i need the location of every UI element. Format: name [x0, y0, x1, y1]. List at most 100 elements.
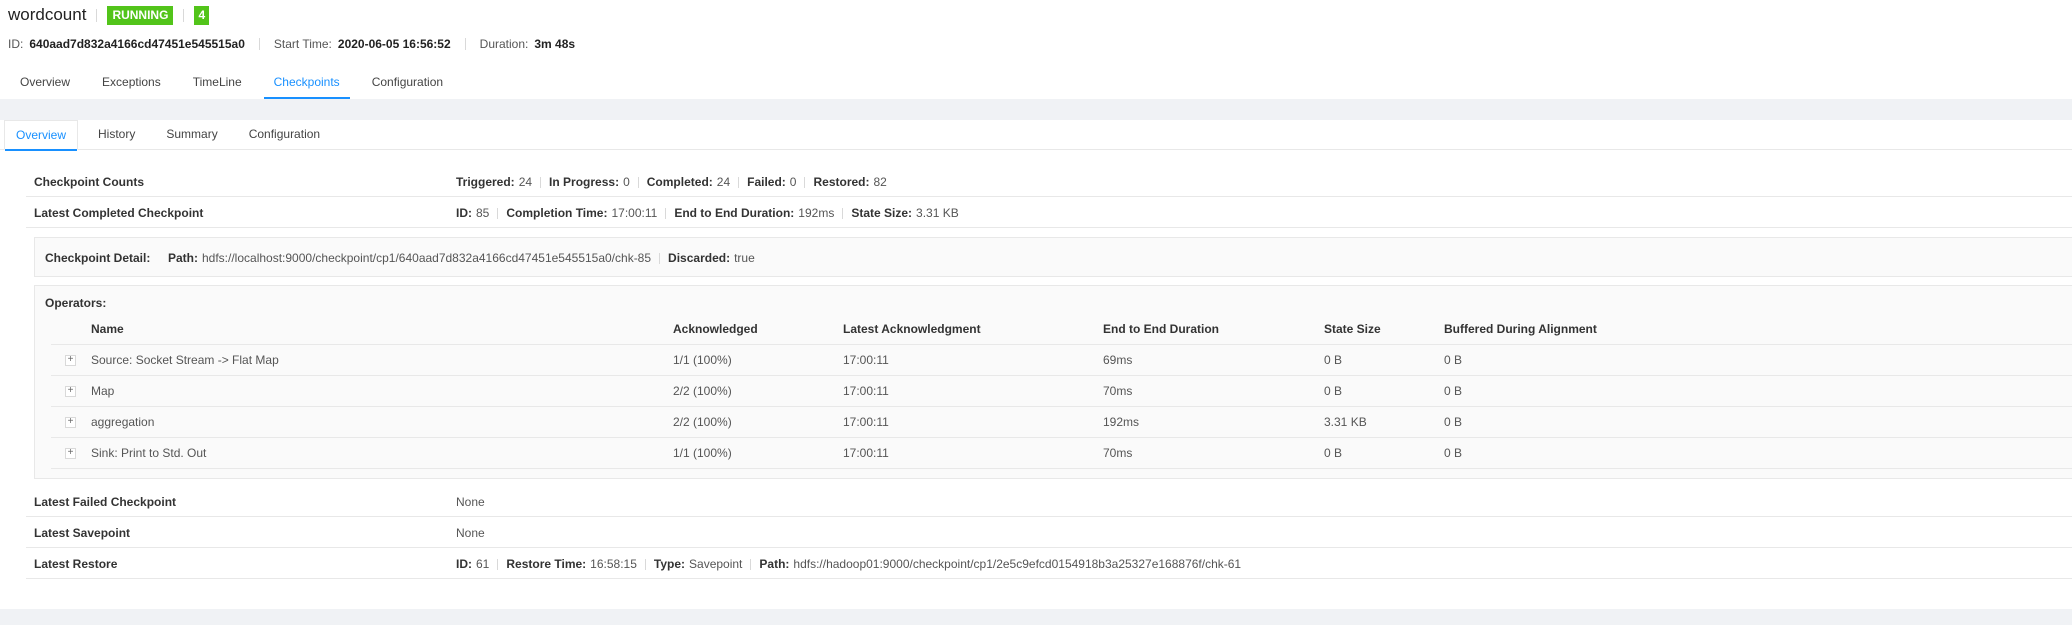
divider	[540, 177, 542, 189]
tab-overview[interactable]: Overview	[10, 68, 80, 99]
detail-path-label: Path:	[168, 251, 198, 265]
latest-savepoint-label: Latest Savepoint	[34, 526, 131, 540]
divider	[644, 559, 646, 571]
divider	[464, 38, 466, 50]
start-time-label: Start Time:	[273, 37, 332, 51]
expand-row-button[interactable]: +	[65, 355, 76, 366]
operators-table-header: Name Acknowledged Latest Acknowledgment …	[51, 314, 2072, 345]
lr-id-value: 61	[476, 557, 490, 571]
latest-completed-row: Latest Completed Checkpoint ID: 85 Complet…	[26, 198, 2072, 228]
latest-savepoint-row: Latest Savepoint None	[26, 518, 2072, 548]
latest-failed-value: None	[456, 495, 485, 509]
checkpoint-detail-box: Checkpoint Detail: Path: hdfs://localhost…	[34, 237, 2072, 277]
completed-label: Completed:	[646, 175, 713, 189]
expand-row-button[interactable]: +	[65, 386, 76, 397]
latest-restore-label: Latest Restore	[34, 557, 118, 571]
op-e2e: 69ms	[1103, 353, 1133, 367]
job-name: wordcount	[8, 5, 87, 24]
checkpoint-counts-values: Triggered: 24 In Progress: 0 Completed: 24 Fai…	[456, 167, 887, 197]
checkpoint-counts-row: Checkpoint Counts Triggered: 24 In Progres…	[26, 167, 2072, 197]
op-ack: 2/2 (100%)	[673, 384, 732, 398]
table-row: + Map 2/2 (100%) 17:00:11 70ms 0 B 0 B	[51, 376, 2072, 407]
op-name: Map	[91, 384, 115, 398]
triggered-value: 24	[518, 175, 533, 189]
lc-e2e-label: End to End Duration:	[674, 206, 795, 220]
op-ack: 1/1 (100%)	[673, 446, 732, 460]
tab-timeline[interactable]: TimeLine	[183, 68, 252, 99]
lr-type-label: Type:	[653, 557, 686, 571]
table-row: + Sink: Print to Std. Out 1/1 (100%) 17:…	[51, 438, 2072, 469]
table-row: + aggregation 2/2 (100%) 17:00:11 192ms …	[51, 407, 2072, 438]
lc-id-value: 85	[476, 206, 490, 220]
lc-e2e-value: 192ms	[798, 206, 835, 220]
op-latest: 17:00:11	[843, 446, 889, 460]
op-name: Source: Socket Stream -> Flat Map	[91, 353, 279, 367]
tab-exceptions[interactable]: Exceptions	[92, 68, 171, 99]
job-title-row: wordcount RUNNING 4	[8, 4, 210, 26]
op-ack: 1/1 (100%)	[673, 353, 732, 367]
lc-completion-value: 17:00:11	[611, 206, 658, 220]
expand-row-button[interactable]: +	[65, 417, 76, 428]
latest-failed-label: Latest Failed Checkpoint	[34, 495, 177, 509]
in-progress-label: In Progress:	[549, 175, 620, 189]
latest-restore-values: ID: 61 Restore Time: 16:58:15 Type: Savepoint…	[456, 549, 1241, 579]
op-e2e: 70ms	[1103, 446, 1133, 460]
checkpoints-panel: Overview History Summary Configuration C…	[0, 120, 2072, 609]
detail-discarded-value: true	[734, 251, 755, 265]
in-progress-value: 0	[623, 175, 630, 189]
lr-id-label: ID:	[456, 557, 472, 571]
divider	[750, 559, 752, 571]
op-buffered: 0 B	[1444, 446, 1463, 460]
job-status-badge: RUNNING	[107, 5, 174, 25]
lr-path-value: hdfs://hadoop01:9000/checkpoint/cp1/2e5c…	[793, 557, 1242, 571]
failed-label: Failed:	[747, 175, 786, 189]
divider	[659, 253, 661, 265]
divider	[738, 177, 740, 189]
divider	[804, 177, 806, 189]
table-row: + Source: Socket Stream -> Flat Map 1/1 …	[51, 345, 2072, 376]
op-e2e: 70ms	[1103, 384, 1133, 398]
divider	[258, 38, 260, 50]
tab-checkpoints[interactable]: Checkpoints	[263, 68, 350, 99]
cp-tab-configuration[interactable]: Configuration	[238, 120, 331, 150]
detail-path-value: hdfs://localhost:9000/checkpoint/cp1/640…	[202, 251, 652, 265]
latest-restore-row: Latest Restore ID: 61 Restore Time: 16:58:1…	[26, 549, 2072, 579]
latest-failed-row: Latest Failed Checkpoint None	[26, 487, 2072, 517]
latest-savepoint-value: None	[456, 526, 485, 540]
tab-configuration[interactable]: Configuration	[362, 68, 453, 99]
lc-state-value: 3.31 KB	[916, 206, 959, 220]
op-buffered: 0 B	[1444, 415, 1463, 429]
col-buffered: Buffered During Alignment	[1444, 322, 1597, 336]
triggered-label: Triggered:	[456, 175, 515, 189]
col-latest-ack: Latest Acknowledgment	[843, 322, 981, 336]
checkpoint-detail-label: Checkpoint Detail:	[45, 251, 151, 265]
divider	[842, 208, 844, 220]
job-id-label: ID:	[8, 37, 24, 51]
op-ack: 2/2 (100%)	[673, 415, 732, 429]
cp-tab-summary[interactable]: Summary	[155, 120, 228, 150]
lr-type-value: Savepoint	[689, 557, 743, 571]
restored-value: 82	[873, 175, 887, 189]
expand-row-button[interactable]: +	[65, 448, 76, 459]
operators-table: Name Acknowledged Latest Acknowledgment …	[51, 314, 2072, 469]
task-count-badge: 4	[194, 5, 210, 25]
operators-box: Operators: Name Acknowledged Latest Ackn…	[34, 285, 2072, 479]
job-id-value: 640aad7d832a4166cd47451e545515a0	[29, 37, 245, 51]
restored-label: Restored:	[813, 175, 870, 189]
job-meta-row: ID: 640aad7d832a4166cd47451e545515a0 Sta…	[8, 36, 575, 52]
divider	[183, 8, 185, 22]
divider	[96, 8, 98, 22]
completed-value: 24	[716, 175, 731, 189]
op-state: 0 B	[1324, 446, 1343, 460]
lr-restore-label: Restore Time:	[506, 557, 587, 571]
lc-state-label: State Size:	[851, 206, 913, 220]
op-name: Sink: Print to Std. Out	[91, 446, 207, 460]
cp-tab-overview[interactable]: Overview	[4, 120, 79, 151]
op-buffered: 0 B	[1444, 353, 1463, 367]
checkpoint-counts-label: Checkpoint Counts	[34, 175, 144, 189]
cp-tab-history[interactable]: History	[87, 120, 146, 150]
job-header: wordcount RUNNING 4 ID: 640aad7d832a4166…	[0, 0, 2072, 99]
checkpoint-detail-values: Path: hdfs://localhost:9000/checkpoint/cp…	[168, 238, 755, 278]
op-state: 0 B	[1324, 353, 1343, 367]
lr-restore-value: 16:58:15	[590, 557, 637, 571]
